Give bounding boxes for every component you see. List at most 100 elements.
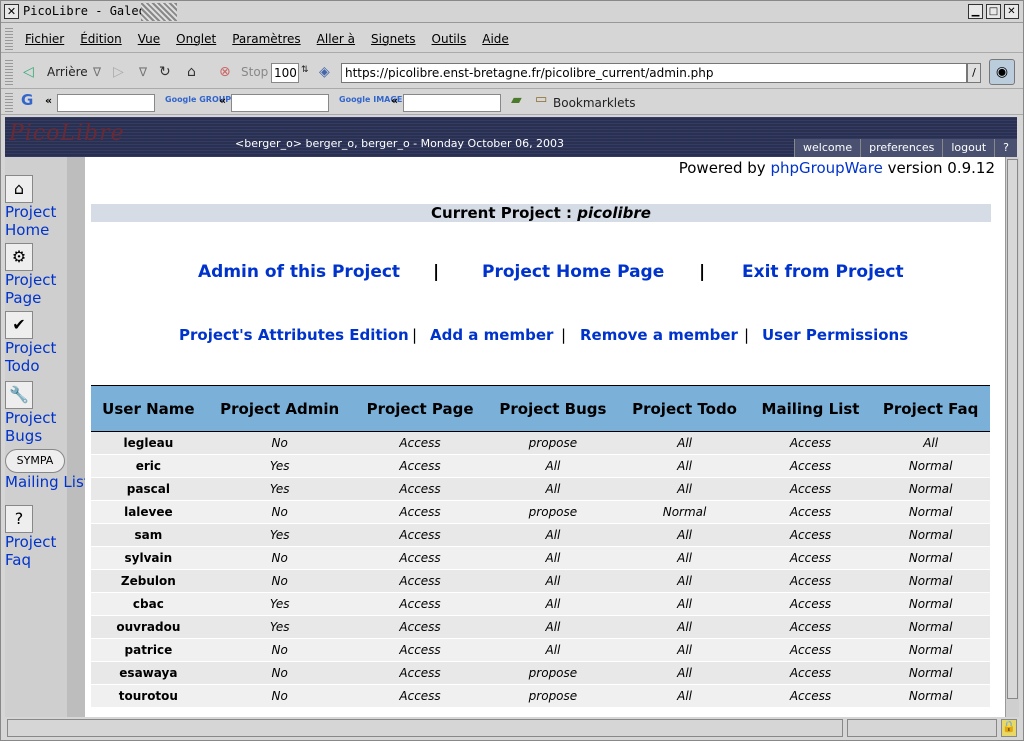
zoom-stepper-icon[interactable]: ⇅: [301, 65, 309, 75]
add-member-link[interactable]: Add a member: [430, 326, 553, 344]
permission-cell[interactable]: Access: [749, 431, 872, 455]
minimize-icon[interactable]: ▁: [968, 4, 983, 19]
permission-cell[interactable]: All: [486, 454, 620, 478]
url-go-button[interactable]: /: [967, 63, 981, 83]
scrollbar-thumb[interactable]: [1007, 159, 1018, 699]
close-icon[interactable]: ✕: [4, 4, 19, 19]
menu-item-0[interactable]: Fichier: [25, 32, 64, 46]
permission-cell[interactable]: All: [486, 592, 620, 616]
toolbar-grip[interactable]: [5, 28, 13, 50]
menu-item-1[interactable]: Édition: [80, 32, 122, 46]
phpgroupware-link[interactable]: phpGroupWare: [770, 159, 882, 177]
permission-cell[interactable]: Normal: [871, 615, 990, 639]
bookmarklets-folder[interactable]: Bookmarklets: [553, 96, 635, 110]
permission-cell[interactable]: propose: [486, 500, 620, 524]
permission-cell[interactable]: Access: [353, 615, 487, 639]
permission-cell[interactable]: No: [205, 569, 354, 593]
topnav-help[interactable]: ?: [994, 139, 1017, 157]
permission-cell[interactable]: Access: [353, 569, 487, 593]
permission-cell[interactable]: Access: [749, 661, 872, 685]
permission-cell[interactable]: Normal: [871, 592, 990, 616]
project-home-page-link[interactable]: Project Home Page: [482, 262, 664, 282]
permission-cell[interactable]: No: [205, 661, 354, 685]
admin-project-link[interactable]: Admin of this Project: [198, 262, 400, 282]
vertical-scrollbar[interactable]: [1005, 157, 1019, 717]
permission-cell[interactable]: Access: [353, 684, 487, 708]
permission-cell[interactable]: Access: [353, 661, 487, 685]
back-history-icon[interactable]: ∇: [93, 65, 101, 79]
permission-cell[interactable]: All: [486, 477, 620, 501]
permission-cell[interactable]: Access: [749, 454, 872, 478]
menu-item-3[interactable]: Onglet: [176, 32, 216, 46]
permission-cell[interactable]: Access: [749, 569, 872, 593]
permission-cell[interactable]: All: [619, 523, 750, 547]
url-input[interactable]: https://picolibre.enst-bretagne.fr/picol…: [341, 63, 967, 83]
permission-cell[interactable]: All: [486, 523, 620, 547]
maximize-icon[interactable]: □: [986, 4, 1001, 19]
menu-item-2[interactable]: Vue: [138, 32, 160, 46]
permission-cell[interactable]: Access: [353, 546, 487, 570]
google-search-input[interactable]: [57, 94, 155, 112]
google-images-input[interactable]: [403, 94, 501, 112]
permission-cell[interactable]: Yes: [205, 454, 354, 478]
permission-cell[interactable]: Access: [353, 592, 487, 616]
sidebar-item-1[interactable]: ⚙ Project Page: [5, 243, 85, 307]
permission-cell[interactable]: Normal: [871, 546, 990, 570]
zoom-field[interactable]: 100: [271, 63, 299, 83]
menu-item-8[interactable]: Aide: [482, 32, 509, 46]
topnav-preferences[interactable]: preferences: [860, 139, 942, 157]
permission-cell[interactable]: Normal: [871, 638, 990, 662]
permission-cell[interactable]: Access: [353, 638, 487, 662]
permission-cell[interactable]: Access: [749, 477, 872, 501]
menu-item-5[interactable]: Aller à: [317, 32, 355, 46]
google-groups-input[interactable]: [231, 94, 329, 112]
permission-cell[interactable]: Yes: [205, 523, 354, 547]
back-button[interactable]: Arrière: [47, 65, 88, 79]
sidebar-item-3[interactable]: 🔧 Project Bugs: [5, 381, 85, 445]
permission-cell[interactable]: Access: [353, 431, 487, 455]
permission-cell[interactable]: Yes: [205, 477, 354, 501]
permission-cell[interactable]: All: [619, 546, 750, 570]
close-window-icon[interactable]: ✕: [1004, 4, 1019, 19]
sidebar-item-0[interactable]: ⌂ Project Home: [5, 175, 85, 239]
permission-cell[interactable]: Normal: [871, 684, 990, 708]
back-arrow-icon[interactable]: ◁: [23, 64, 34, 80]
permission-cell[interactable]: All: [619, 569, 750, 593]
sidebar-item-5[interactable]: ? Project Faq: [5, 505, 85, 569]
topnav-welcome[interactable]: welcome: [794, 139, 860, 157]
permission-cell[interactable]: All: [619, 615, 750, 639]
permission-cell[interactable]: Access: [749, 500, 872, 524]
home-icon[interactable]: ⌂: [187, 64, 196, 80]
permission-cell[interactable]: No: [205, 684, 354, 708]
sidebar-item-4[interactable]: SYMPA Mailing List: [5, 449, 90, 491]
user-permissions-link[interactable]: User Permissions: [762, 326, 908, 344]
forward-history-icon[interactable]: ∇: [139, 65, 147, 79]
permission-cell[interactable]: Yes: [205, 615, 354, 639]
permission-cell[interactable]: All: [619, 477, 750, 501]
permission-cell[interactable]: Normal: [871, 477, 990, 501]
permission-cell[interactable]: Normal: [871, 569, 990, 593]
permission-cell[interactable]: All: [486, 569, 620, 593]
permission-cell[interactable]: All: [486, 615, 620, 639]
permission-cell[interactable]: No: [205, 431, 354, 455]
permission-cell[interactable]: Normal: [871, 454, 990, 478]
stop-icon[interactable]: ⊗: [219, 64, 231, 80]
permission-cell[interactable]: No: [205, 638, 354, 662]
menu-item-6[interactable]: Signets: [371, 32, 416, 46]
toolbar-grip[interactable]: [5, 59, 13, 85]
permission-cell[interactable]: Access: [749, 523, 872, 547]
lock-icon[interactable]: 🔒: [1001, 719, 1017, 737]
remove-member-link[interactable]: Remove a member: [580, 326, 738, 344]
permission-cell[interactable]: propose: [486, 661, 620, 685]
permission-cell[interactable]: All: [619, 454, 750, 478]
permission-cell[interactable]: Access: [749, 615, 872, 639]
permission-cell[interactable]: propose: [486, 431, 620, 455]
permission-cell[interactable]: Yes: [205, 592, 354, 616]
menu-item-7[interactable]: Outils: [432, 32, 467, 46]
stop-button[interactable]: Stop: [241, 65, 268, 79]
permission-cell[interactable]: Access: [749, 638, 872, 662]
globe-icon[interactable]: ◉: [989, 59, 1015, 85]
permission-cell[interactable]: All: [619, 661, 750, 685]
permission-cell[interactable]: Normal: [871, 500, 990, 524]
permission-cell[interactable]: Access: [353, 500, 487, 524]
